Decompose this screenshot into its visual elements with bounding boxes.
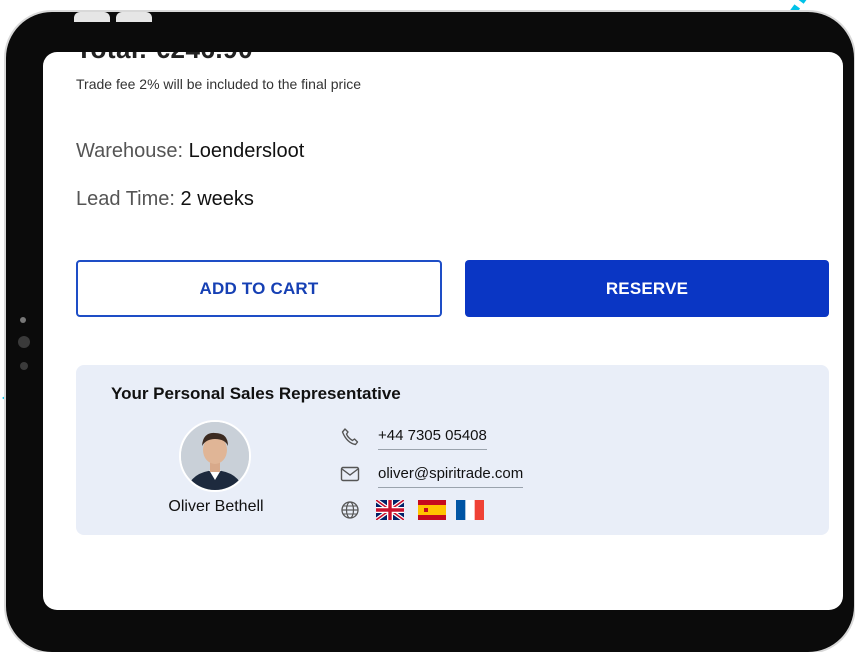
warehouse-label: Warehouse: [76,140,184,162]
globe-icon [340,500,360,525]
avatar [179,420,251,492]
france-flag-icon [456,500,484,520]
representative-heading: Your Personal Sales Representative [111,384,401,403]
spain-flag-icon [418,500,446,520]
tablet-power-button [116,12,152,22]
lead-time-value: 2 weeks [180,188,254,210]
camera-dot [20,317,26,323]
trade-fee-note: Trade fee 2% will be included to the fin… [76,76,362,92]
representative-name: Oliver Bethell [168,498,264,515]
sensor-dot [20,362,28,370]
order-total: Total: €246.90 [76,52,253,65]
lead-time-label: Lead Time: [76,188,175,210]
lead-time-row: Lead Time: 2 weeks [76,188,254,211]
camera-lens [18,336,30,348]
tablet-volume-button [74,12,110,22]
tablet-device: Total: €246.90 Trade fee 2% will be incl… [6,12,854,652]
sales-representative-card: Your Personal Sales Representative Olive… [76,365,829,535]
tablet-screen: Total: €246.90 Trade fee 2% will be incl… [43,52,843,610]
mail-icon [340,465,360,487]
email-address[interactable]: oliver@spiritrade.com [378,465,524,488]
reserve-button[interactable]: RESERVE [465,260,829,317]
warehouse-row: Warehouse: Loendersloot [76,140,304,163]
phone-icon [340,427,360,451]
uk-flag-icon [376,500,404,520]
add-to-cart-button[interactable]: ADD TO CART [76,260,442,317]
phone-number[interactable]: +44 7305 05408 [378,427,487,450]
warehouse-value: Loendersloot [188,140,305,162]
